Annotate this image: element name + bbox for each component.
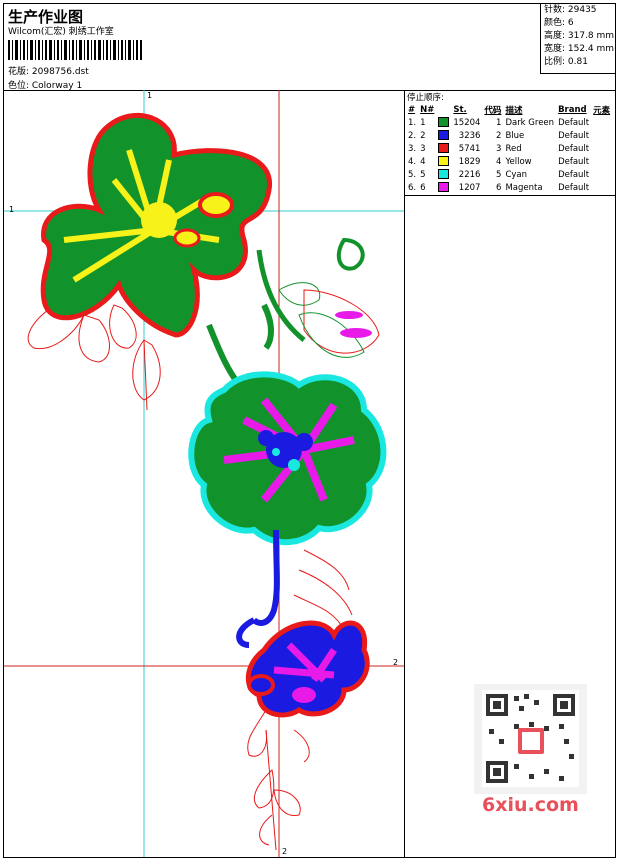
row-code: 5 bbox=[496, 169, 502, 180]
row-element bbox=[591, 142, 612, 155]
col-st: St. bbox=[453, 104, 467, 115]
color-swatch-icon bbox=[438, 169, 450, 180]
middle-flower bbox=[188, 371, 387, 546]
row-code: 4 bbox=[496, 156, 502, 167]
row-desc: Dark Green bbox=[505, 117, 555, 128]
design-canvas: 1 1 2 2 bbox=[4, 90, 405, 857]
row-stitches: 1829 bbox=[458, 156, 481, 167]
row-desc: Magenta bbox=[505, 182, 543, 193]
row-swatch bbox=[436, 142, 451, 155]
stem-blue bbox=[251, 529, 280, 626]
outline-leaves-bottom bbox=[247, 709, 310, 851]
design-scale: 比例: 0.81 bbox=[544, 57, 588, 67]
table-row: 6. 6 1207 6 Magenta Default bbox=[406, 181, 612, 194]
color-count: 颜色: 6 bbox=[544, 18, 574, 28]
row-code: 2 bbox=[496, 130, 502, 141]
guide-label-2-bottom: 2 bbox=[282, 847, 288, 856]
table-row: 1. 1 15204 1 Dark Green Default bbox=[406, 116, 612, 129]
col-idx: # bbox=[408, 104, 416, 115]
row-brand: Default bbox=[558, 130, 590, 141]
row-n: 4 bbox=[420, 156, 426, 167]
color-swatch-icon bbox=[438, 156, 450, 167]
color-swatch-icon bbox=[438, 143, 450, 154]
row-brand: Default bbox=[558, 117, 590, 128]
design-file: 花版: 2098756.dst bbox=[8, 67, 89, 77]
row-idx: 4. bbox=[408, 156, 417, 167]
col-brand: Brand bbox=[558, 104, 587, 115]
row-desc: Yellow bbox=[505, 156, 532, 167]
row-idx: 1. bbox=[408, 117, 417, 128]
row-brand: Default bbox=[558, 182, 590, 193]
stop-sequence-title: 停止顺序: bbox=[407, 93, 444, 103]
color-swatch-icon bbox=[438, 117, 450, 128]
stop-sequence-table: # N# St. 代码 描述 Brand 元素 1. 1 15204 1 Dark Gr… bbox=[406, 103, 612, 194]
row-stitches: 15204 bbox=[453, 117, 481, 128]
row-brand: Default bbox=[558, 156, 590, 167]
row-desc: Cyan bbox=[505, 169, 527, 180]
row-desc: Red bbox=[505, 143, 522, 154]
table-row: 4. 4 1829 4 Yellow Default bbox=[406, 155, 612, 168]
col-swatch bbox=[436, 103, 451, 116]
col-element: 元素 bbox=[593, 105, 611, 116]
guide-label-1: 1 bbox=[147, 91, 153, 100]
row-swatch bbox=[436, 168, 451, 181]
embroidery-preview bbox=[4, 90, 404, 857]
color-swatch-icon bbox=[438, 182, 450, 193]
row-swatch bbox=[436, 181, 451, 194]
stats-panel: 针数: 29435 颜色: 6 高度: 317.8 mm 宽度: 152.4 m… bbox=[540, 4, 615, 74]
table-header-row: # N# St. 代码 描述 Brand 元素 bbox=[406, 103, 612, 116]
bottom-flower bbox=[245, 620, 370, 718]
outline-leaves-right bbox=[293, 549, 353, 631]
row-element bbox=[591, 181, 612, 194]
company-name: Wilcom(汇宏) 刺绣工作室 bbox=[8, 27, 114, 37]
row-stitches: 5741 bbox=[458, 143, 481, 154]
row-n: 2 bbox=[420, 130, 426, 141]
col-code: 代码 bbox=[484, 105, 502, 116]
row-element bbox=[591, 129, 612, 142]
top-flower bbox=[40, 112, 272, 338]
row-desc: Blue bbox=[505, 130, 525, 141]
guide-label-2-right: 2 bbox=[393, 658, 399, 667]
row-stitches: 1207 bbox=[458, 182, 481, 193]
guide-label-1-left: 1 bbox=[9, 205, 15, 214]
row-swatch bbox=[436, 129, 451, 142]
row-code: 6 bbox=[496, 182, 502, 193]
row-idx: 6. bbox=[408, 182, 417, 193]
header: 生产作业图 Wilcom(汇宏) 刺绣工作室 花版: 2098756.dst 色… bbox=[4, 4, 615, 91]
row-idx: 3. bbox=[408, 143, 417, 154]
row-element bbox=[591, 116, 612, 129]
stitch-count: 针数: 29435 bbox=[544, 5, 597, 15]
table-row: 2. 2 3236 2 Blue Default bbox=[406, 129, 612, 142]
production-sheet: 生产作业图 Wilcom(汇宏) 刺绣工作室 花版: 2098756.dst 色… bbox=[3, 3, 616, 858]
row-brand: Default bbox=[558, 169, 590, 180]
row-idx: 2. bbox=[408, 130, 417, 141]
row-stitches: 2216 bbox=[458, 169, 481, 180]
table-row: 3. 3 5741 3 Red Default bbox=[406, 142, 612, 155]
row-n: 5 bbox=[420, 169, 426, 180]
row-brand: Default bbox=[558, 143, 590, 154]
watermark-brand: 6xiu.com bbox=[482, 794, 579, 816]
design-width: 宽度: 152.4 mm bbox=[544, 44, 615, 54]
row-idx: 5. bbox=[408, 169, 417, 180]
design-height: 高度: 317.8 mm bbox=[544, 31, 615, 41]
row-swatch bbox=[436, 116, 451, 129]
row-n: 6 bbox=[420, 182, 426, 193]
small-bud-top bbox=[198, 192, 234, 218]
row-code: 3 bbox=[496, 143, 502, 154]
row-element bbox=[591, 155, 612, 168]
col-n: N# bbox=[420, 104, 435, 115]
row-swatch bbox=[436, 155, 451, 168]
row-element bbox=[591, 168, 612, 181]
row-n: 3 bbox=[420, 143, 426, 154]
table-row: 5. 5 2216 5 Cyan Default bbox=[406, 168, 612, 181]
barcode-icon bbox=[8, 40, 142, 60]
row-code: 1 bbox=[496, 117, 502, 128]
row-stitches: 3236 bbox=[458, 130, 481, 141]
qr-code-icon bbox=[474, 684, 587, 794]
col-desc: 描述 bbox=[505, 105, 523, 116]
row-n: 1 bbox=[420, 117, 426, 128]
stop-sequence-panel: 停止顺序: # N# St. 代码 描述 Brand 元素 1. 1 15204 1 D… bbox=[405, 90, 615, 196]
color-swatch-icon bbox=[438, 130, 450, 141]
